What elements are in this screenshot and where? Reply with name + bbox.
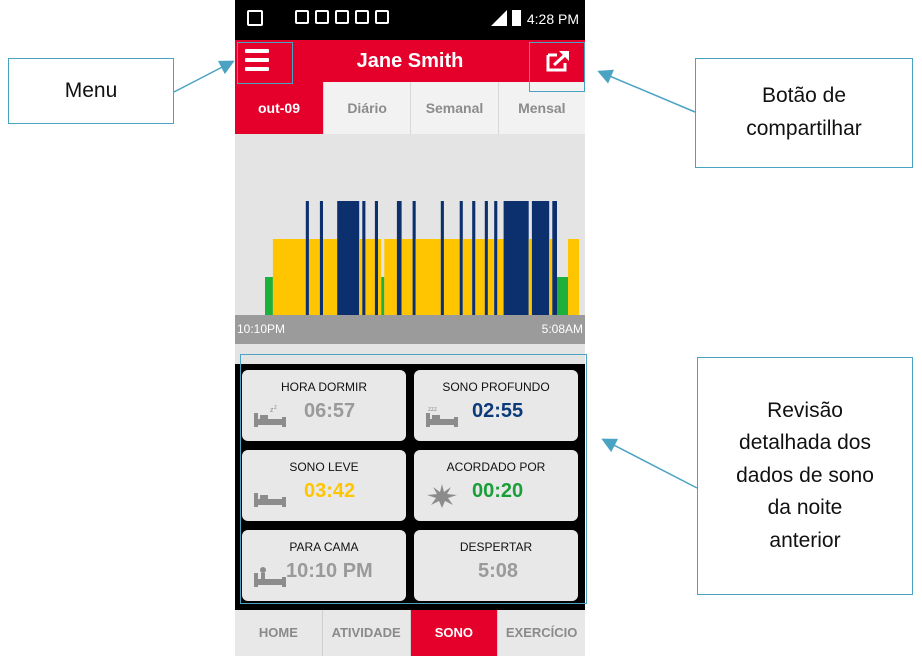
share-arrow xyxy=(597,69,696,113)
menu-arrow xyxy=(173,60,235,93)
review-arrow xyxy=(601,438,698,489)
annotation-arrows xyxy=(173,60,698,489)
